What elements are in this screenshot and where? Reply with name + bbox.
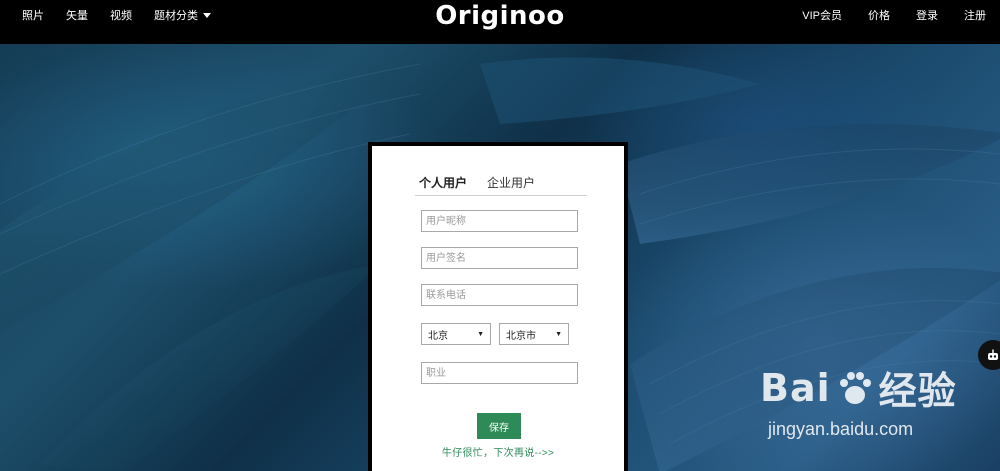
nav-right: VIP会员 价格 登录 注册 [802,0,986,30]
nav-categories-label: 题材分类 [154,10,198,22]
city-select[interactable]: 北京市 ▼ [499,323,569,345]
signature-input[interactable] [421,247,578,269]
tab-business-user[interactable]: 企业用户 [483,172,535,195]
nav-vip[interactable]: VIP会员 [802,7,842,23]
nickname-input[interactable] [421,210,578,232]
user-type-tabs: 个人用户 企业用户 [415,172,587,196]
save-button[interactable]: 保存 [477,413,521,439]
site-logo[interactable]: Originoo [434,0,566,32]
baidu-jingyan-watermark: Bai 经验 jingyan.baidu.com [760,360,957,440]
tab-personal-user[interactable]: 个人用户 [415,172,467,195]
profile-form-card: 个人用户 企业用户 北京 ▼ 北京市 ▼ 保存 牛仔很忙，下次再说-->> [372,146,624,471]
city-select-value: 北京市 [506,330,536,342]
caret-down-icon [203,12,211,18]
select-arrow-icon: ▼ [477,330,484,338]
province-select[interactable]: 北京 ▼ [421,323,491,345]
profile-form-frame: 个人用户 企业用户 北京 ▼ 北京市 ▼ 保存 牛仔很忙，下次再说-->> [368,142,628,471]
select-arrow-icon: ▼ [555,330,562,338]
watermark-brand-text: Bai [760,365,831,410]
nav-categories-dropdown[interactable]: 题材分类 [154,7,211,23]
nav-left: 照片 矢量 视频 题材分类 [22,0,211,30]
nav-videos[interactable]: 视频 [110,7,132,23]
nav-login[interactable]: 登录 [916,7,938,23]
watermark-brand: Bai 经验 [760,360,957,415]
occupation-input[interactable] [421,362,578,384]
side-float-button[interactable] [978,340,1000,370]
phone-input[interactable] [421,284,578,306]
nav-pricing[interactable]: 价格 [868,7,890,23]
nav-vectors[interactable]: 矢量 [66,7,88,23]
skip-for-now-link[interactable]: 牛仔很忙，下次再说-->> [372,444,624,459]
province-select-value: 北京 [428,330,448,342]
nav-register[interactable]: 注册 [964,7,986,23]
watermark-brand-suffix: 经验 [878,369,957,413]
top-navigation: 照片 矢量 视频 题材分类 Originoo VIP会员 价格 登录 注册 [0,0,1000,44]
nav-photos[interactable]: 照片 [22,7,44,23]
robot-icon [988,349,998,360]
paw-icon [839,371,871,404]
watermark-url: jingyan.baidu.com [768,419,914,439]
